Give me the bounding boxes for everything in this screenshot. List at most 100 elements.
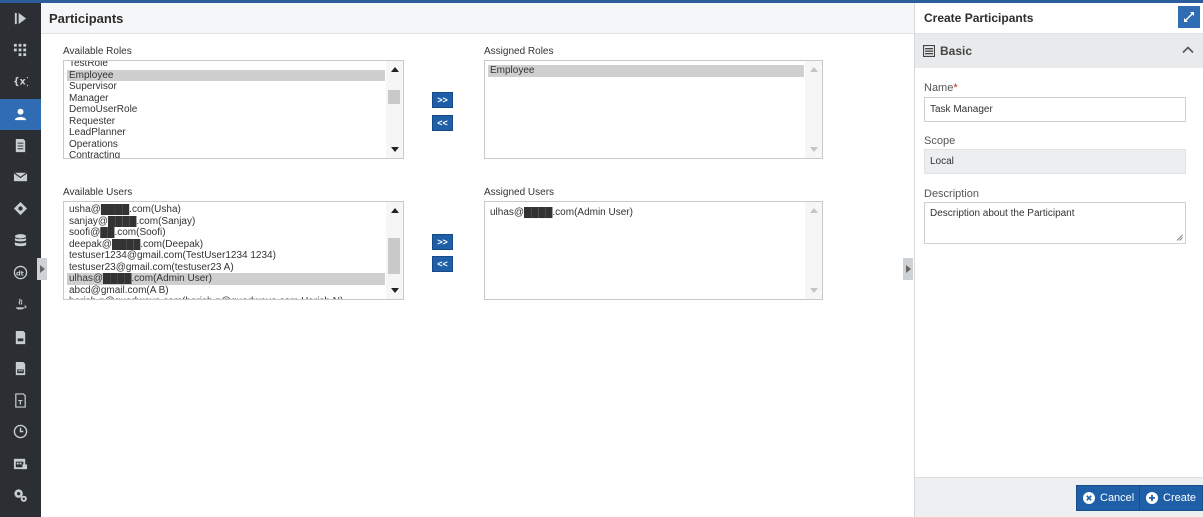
create-button[interactable]: Create: [1139, 485, 1203, 511]
main-content: Available Roles TestRole Employee Supervis…: [37, 34, 914, 517]
timer-icon[interactable]: [0, 416, 41, 447]
create-participants-panel: Create Participants Basic Name* Task Man…: [914, 3, 1203, 517]
form-icon: [923, 45, 935, 57]
scroll-thumb[interactable]: [388, 90, 400, 104]
expand-left-handle[interactable]: [37, 258, 47, 280]
assigned-roles-items: Employee: [488, 65, 804, 77]
list-option[interactable]: Supervisor: [67, 81, 385, 93]
cancel-label: Cancel: [1100, 492, 1135, 504]
list-option[interactable]: ulhas@████.com(Admin User): [67, 273, 385, 285]
collapse-icon[interactable]: [0, 3, 41, 34]
svg-text:T: T: [18, 398, 23, 406]
list-option[interactable]: ulhas@████.com(Admin User): [488, 207, 804, 219]
description-textarea[interactable]: Description about the Participant: [924, 202, 1186, 244]
available-roles-scrollbar[interactable]: [386, 61, 403, 158]
available-users-label: Available Users: [63, 187, 133, 198]
scroll-down-icon[interactable]: [810, 147, 818, 152]
database-icon[interactable]: [0, 225, 41, 256]
scroll-down-icon[interactable]: [391, 147, 399, 152]
collapse-right-handle[interactable]: [903, 258, 913, 280]
description-text: Description about the Participant: [930, 208, 1075, 219]
list-option[interactable]: Manager: [67, 93, 385, 105]
list-option[interactable]: harish.n@quadwave.com(harish.n@quadwave.…: [67, 296, 385, 299]
maximize-icon: [1184, 12, 1194, 22]
name-input[interactable]: Task Manager: [924, 97, 1186, 122]
assigned-roles-scrollbar[interactable]: [805, 61, 822, 158]
css-icon[interactable]: [0, 353, 41, 384]
list-option[interactable]: LeadPlanner: [67, 127, 385, 139]
resize-handle-icon[interactable]: [1176, 234, 1183, 241]
scroll-up-icon[interactable]: [391, 208, 399, 213]
available-roles-items: TestRole Employee Supervisor Manager DemoUse…: [67, 61, 385, 158]
name-label: Name*: [924, 82, 958, 94]
export-icon[interactable]: [0, 322, 41, 353]
assigned-roles-label: Assigned Roles: [484, 46, 554, 57]
list-option[interactable]: usha@████.com(Usha): [67, 204, 385, 216]
data-type-icon[interactable]: dt: [0, 257, 41, 288]
template-icon[interactable]: T: [0, 385, 41, 416]
scroll-up-icon[interactable]: [391, 67, 399, 72]
scroll-down-icon[interactable]: [391, 288, 399, 293]
add-user-button[interactable]: >>: [432, 234, 453, 250]
list-option[interactable]: Contracting: [67, 150, 385, 158]
list-option[interactable]: Operations: [67, 139, 385, 151]
description-label: Description: [924, 188, 980, 200]
list-option[interactable]: Requester: [67, 116, 385, 128]
assigned-users-list[interactable]: ulhas@████.com(Admin User): [484, 201, 823, 300]
maximize-button[interactable]: [1178, 6, 1200, 28]
available-users-scrollbar[interactable]: [386, 202, 403, 299]
document-icon[interactable]: [0, 130, 41, 161]
assigned-roles-list[interactable]: Employee: [484, 60, 823, 159]
dashboard-icon[interactable]: [0, 34, 41, 65]
settings-icon[interactable]: [0, 480, 41, 511]
list-option[interactable]: Employee: [67, 69, 385, 81]
list-option[interactable]: deepak@████.com(Deepak): [67, 239, 385, 251]
basic-section-header[interactable]: Basic: [915, 34, 1203, 68]
remove-user-button[interactable]: <<: [432, 256, 453, 272]
left-rail: {x} dt T: [0, 3, 41, 517]
required-mark: *: [953, 82, 958, 94]
scroll-up-icon[interactable]: [810, 67, 818, 72]
panel-footer: Cancel Create: [915, 477, 1203, 517]
list-option[interactable]: sanjay@████.com(Sanjay): [67, 216, 385, 228]
available-users-items: usha@████.com(Usha) sanjay@████.com(Sanja…: [67, 204, 385, 299]
list-option[interactable]: testuser23@gmail.com(testuser23 A): [67, 262, 385, 274]
cancel-button[interactable]: Cancel: [1076, 485, 1142, 511]
available-roles-label: Available Roles: [63, 46, 132, 57]
list-option[interactable]: TestRole: [67, 61, 385, 70]
mail-icon[interactable]: [0, 161, 41, 192]
page-title: Participants: [49, 11, 124, 26]
list-option[interactable]: testuser1234@gmail.com(TestUser1234 1234…: [67, 250, 385, 262]
assigned-users-label: Assigned Users: [484, 187, 555, 198]
add-role-button[interactable]: >>: [432, 92, 453, 108]
scroll-thumb[interactable]: [388, 238, 400, 274]
java-icon[interactable]: [0, 289, 41, 320]
name-label-text: Name: [924, 82, 954, 94]
calendar-icon[interactable]: [0, 448, 41, 479]
gateway-icon[interactable]: [0, 193, 41, 224]
participants-icon[interactable]: [0, 99, 41, 130]
scope-label: Scope: [924, 135, 956, 147]
assigned-users-scrollbar[interactable]: [805, 202, 822, 299]
section-title: Basic: [940, 44, 973, 58]
remove-role-button[interactable]: <<: [432, 115, 453, 131]
assigned-users-items: ulhas@████.com(Admin User): [488, 207, 804, 219]
available-roles-list[interactable]: TestRole Employee Supervisor Manager DemoUse…: [63, 60, 404, 159]
cancel-icon: [1083, 492, 1095, 504]
scroll-up-icon[interactable]: [810, 208, 818, 213]
scroll-down-icon[interactable]: [810, 288, 818, 293]
list-option[interactable]: soofi@██.com(Soofi): [67, 227, 385, 239]
main-header: Participants: [41, 3, 914, 34]
scope-input: Local: [924, 149, 1186, 174]
plus-icon: [1146, 492, 1158, 504]
create-label: Create: [1163, 492, 1197, 504]
available-users-list[interactable]: usha@████.com(Usha) sanjay@████.com(Sanja…: [63, 201, 404, 300]
svg-text:dt: dt: [16, 269, 24, 277]
panel-title: Create Participants: [924, 11, 1034, 25]
variables-icon[interactable]: {x}: [0, 65, 41, 96]
chevron-up-icon[interactable]: [1182, 44, 1194, 56]
list-option[interactable]: abcd@gmail.com(A B): [67, 285, 385, 297]
list-option[interactable]: DemoUserRole: [67, 104, 385, 116]
list-option[interactable]: Employee: [488, 65, 804, 77]
panel-header: Create Participants: [915, 3, 1203, 34]
